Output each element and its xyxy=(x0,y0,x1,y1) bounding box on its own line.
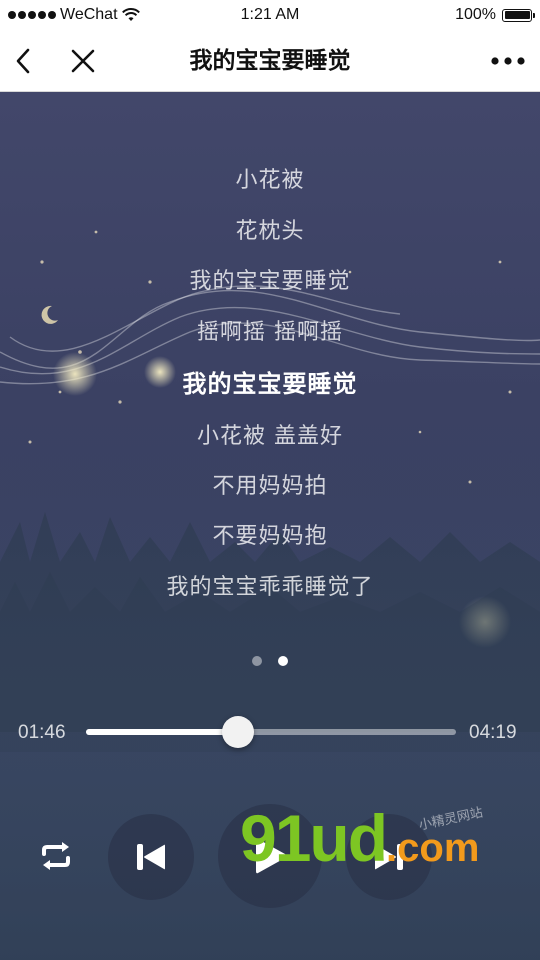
progress-knob[interactable] xyxy=(221,716,254,748)
battery-icon xyxy=(502,8,535,22)
repeat-icon xyxy=(42,842,70,870)
lyric-line: 花枕头 xyxy=(235,219,305,244)
battery-percent: 100% xyxy=(455,6,496,23)
more-horizontal-icon xyxy=(491,57,525,65)
lyric-line: 小花被 xyxy=(235,168,305,193)
current-time: 01:46 xyxy=(18,722,66,743)
page-dot-2-active[interactable] xyxy=(278,656,288,666)
skip-previous-icon xyxy=(137,844,165,870)
progress-fill xyxy=(86,729,238,735)
lyric-line-active: 我的宝宝要睡觉 xyxy=(182,370,358,398)
page-title: 我的宝宝要睡觉 xyxy=(189,48,351,74)
lyric-line: 我的宝宝要睡觉 xyxy=(189,269,351,294)
page-indicator xyxy=(0,656,540,666)
progress-slider[interactable] xyxy=(86,716,456,748)
more-button[interactable] xyxy=(488,44,528,78)
status-bar: WeChat 1:21 AM 100% xyxy=(0,0,540,30)
lyric-line: 我的宝宝乖乖睡觉了 xyxy=(166,575,374,600)
watermark-brand: 91ud xyxy=(240,801,388,875)
previous-button[interactable] xyxy=(108,814,194,900)
page-dot-1[interactable] xyxy=(252,656,262,666)
status-right: 100% xyxy=(455,6,535,24)
watermark-domain: .com xyxy=(386,826,480,870)
lyric-line: 摇啊摇 摇啊摇 xyxy=(197,320,343,345)
navigation-bar: 我的宝宝要睡觉 xyxy=(0,30,540,92)
lyric-line: 小花被 盖盖好 xyxy=(197,424,343,449)
repeat-button[interactable] xyxy=(36,836,76,876)
lyric-line: 不用妈妈拍 xyxy=(212,474,328,499)
lyric-line: 不要妈妈抱 xyxy=(212,524,328,549)
total-time: 04:19 xyxy=(469,722,517,743)
